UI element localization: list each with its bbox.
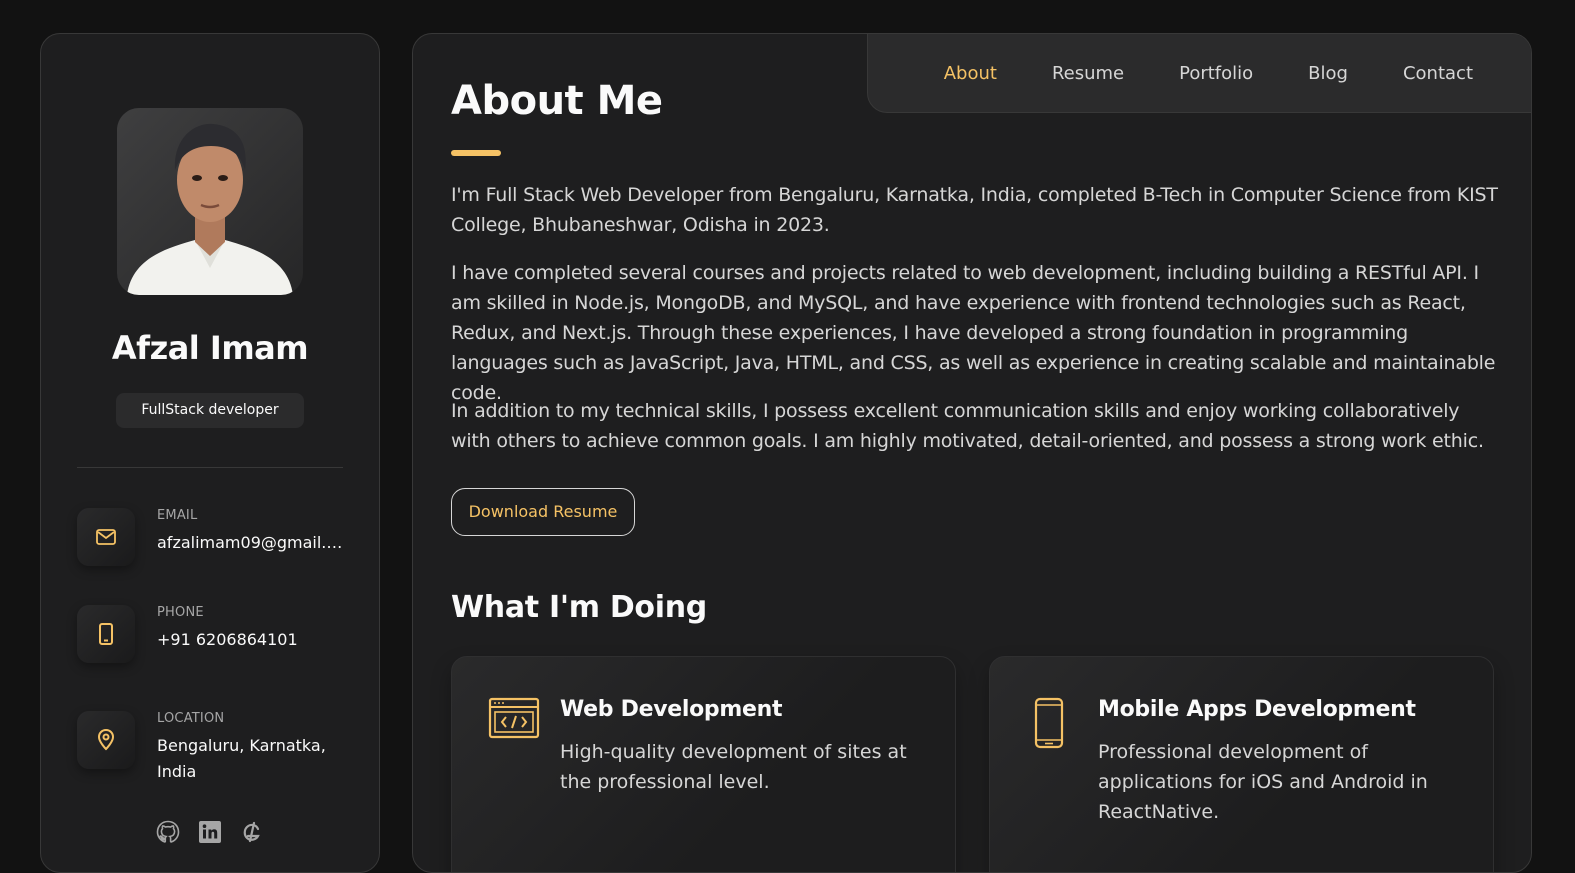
navbar: About Resume Portfolio Blog Contact [867, 34, 1531, 113]
email-link[interactable]: afzalimam09@gmail.com [157, 530, 347, 556]
service-card: Web Development High-quality development… [451, 656, 956, 872]
role-badge: FullStack developer [116, 393, 304, 428]
sidebar: Afzal Imam FullStack developer EMAIL afz… [40, 33, 380, 873]
about-paragraph-3: In addition to my technical skills, I po… [451, 400, 1484, 452]
profile-name: Afzal Imam [111, 329, 309, 367]
social-links [41, 819, 379, 845]
nav-resume[interactable]: Resume [1052, 63, 1124, 84]
service-title: Web Development [560, 697, 783, 722]
phone-link[interactable]: +91 6206864101 [157, 627, 347, 653]
code-window-icon [488, 697, 540, 743]
linkedin-icon[interactable] [197, 819, 223, 845]
mail-icon [77, 508, 135, 566]
geeksforgeeks-icon[interactable] [239, 819, 265, 845]
location-text: Bengaluru, Karnatka, India [157, 736, 326, 781]
main-content: About Resume Portfolio Blog Contact Abou… [412, 33, 1532, 873]
title-underline [451, 150, 501, 156]
download-resume-button[interactable]: Download Resume [451, 488, 635, 536]
contact-label: EMAIL [157, 508, 198, 523]
smartphone-icon [1034, 697, 1064, 753]
contact-label: LOCATION [157, 711, 225, 726]
avatar [117, 108, 303, 295]
github-icon[interactable] [155, 819, 181, 845]
location-pin-icon [77, 711, 135, 769]
section-title: What I'm Doing [451, 590, 707, 625]
nav-contact[interactable]: Contact [1403, 63, 1473, 84]
page-title: About Me [451, 78, 663, 124]
service-card: Mobile Apps Development Professional dev… [989, 656, 1494, 872]
phone-icon [77, 605, 135, 663]
about-paragraph-2: I have completed several courses and pro… [451, 262, 1496, 404]
nav-blog[interactable]: Blog [1308, 63, 1348, 84]
contact-label: PHONE [157, 605, 204, 620]
service-title: Mobile Apps Development [1098, 697, 1416, 722]
service-description: Professional development of applications… [1098, 741, 1428, 823]
nav-about[interactable]: About [944, 63, 997, 84]
service-description: High-quality development of sites at the… [560, 741, 907, 793]
divider [77, 467, 343, 468]
nav-portfolio[interactable]: Portfolio [1179, 63, 1253, 84]
about-paragraph-1: I'm Full Stack Web Developer from Bengal… [451, 184, 1498, 236]
